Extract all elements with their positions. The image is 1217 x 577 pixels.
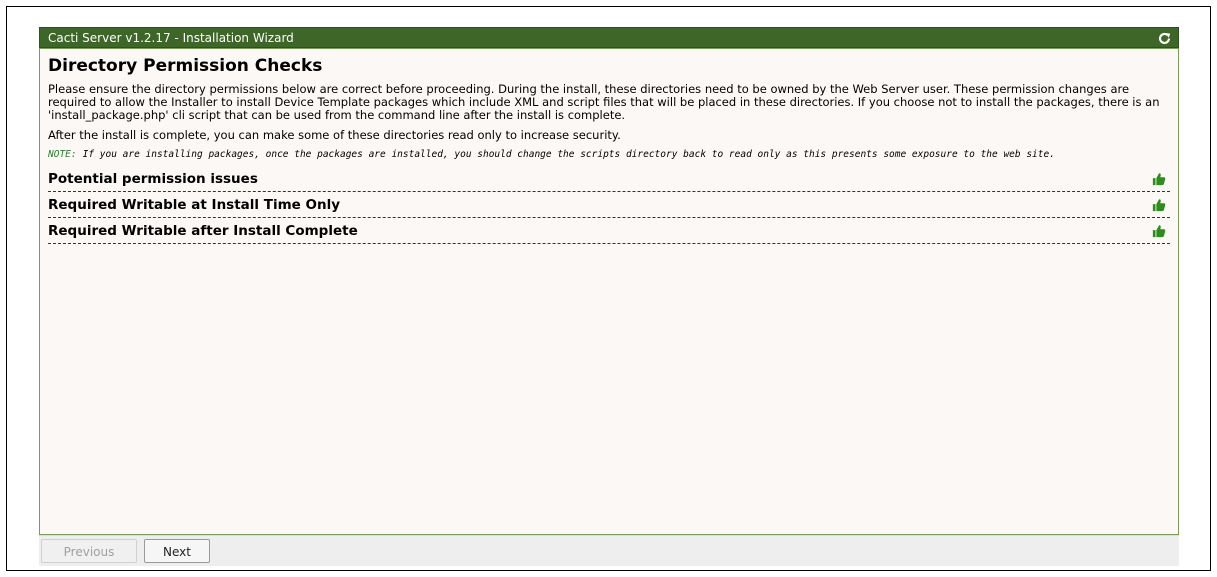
note-label: NOTE:: [48, 149, 77, 160]
wizard-footer: Previous Next: [39, 535, 1179, 566]
thumbs-up-icon: [1152, 173, 1166, 186]
page-frame: Cacti Server v1.2.17 - Installation Wiza…: [6, 6, 1211, 571]
note: NOTE: If you are installing packages, on…: [48, 149, 1170, 160]
refresh-button[interactable]: [1156, 28, 1172, 48]
section-writable-after-install[interactable]: Required Writable after Install Complete: [48, 218, 1170, 244]
thumbs-up-icon: [1152, 225, 1166, 238]
note-text: If you are installing packages, once the…: [82, 149, 1055, 160]
section-label: Potential permission issues: [48, 171, 258, 187]
thumbs-up-icon: [1152, 199, 1166, 212]
page-title: Directory Permission Checks: [48, 56, 323, 76]
next-button[interactable]: Next: [144, 539, 210, 563]
window-titlebar: Cacti Server v1.2.17 - Installation Wiza…: [39, 27, 1179, 48]
section-writable-install-time[interactable]: Required Writable at Install Time Only: [48, 192, 1170, 218]
after-install-text: After the install is complete, you can m…: [48, 128, 621, 142]
section-label: Required Writable after Install Complete: [48, 223, 358, 239]
wizard-content: Directory Permission Checks Please ensur…: [39, 48, 1179, 535]
section-potential-permission-issues[interactable]: Potential permission issues: [48, 166, 1170, 192]
section-label: Required Writable at Install Time Only: [48, 197, 341, 213]
window-title: Cacti Server v1.2.17 - Installation Wiza…: [48, 31, 294, 45]
refresh-icon: [1158, 32, 1170, 44]
previous-button[interactable]: Previous: [41, 539, 137, 563]
intro-text: Please ensure the directory permissions …: [48, 82, 1160, 122]
installation-wizard-dialog: Cacti Server v1.2.17 - Installation Wiza…: [39, 27, 1179, 566]
